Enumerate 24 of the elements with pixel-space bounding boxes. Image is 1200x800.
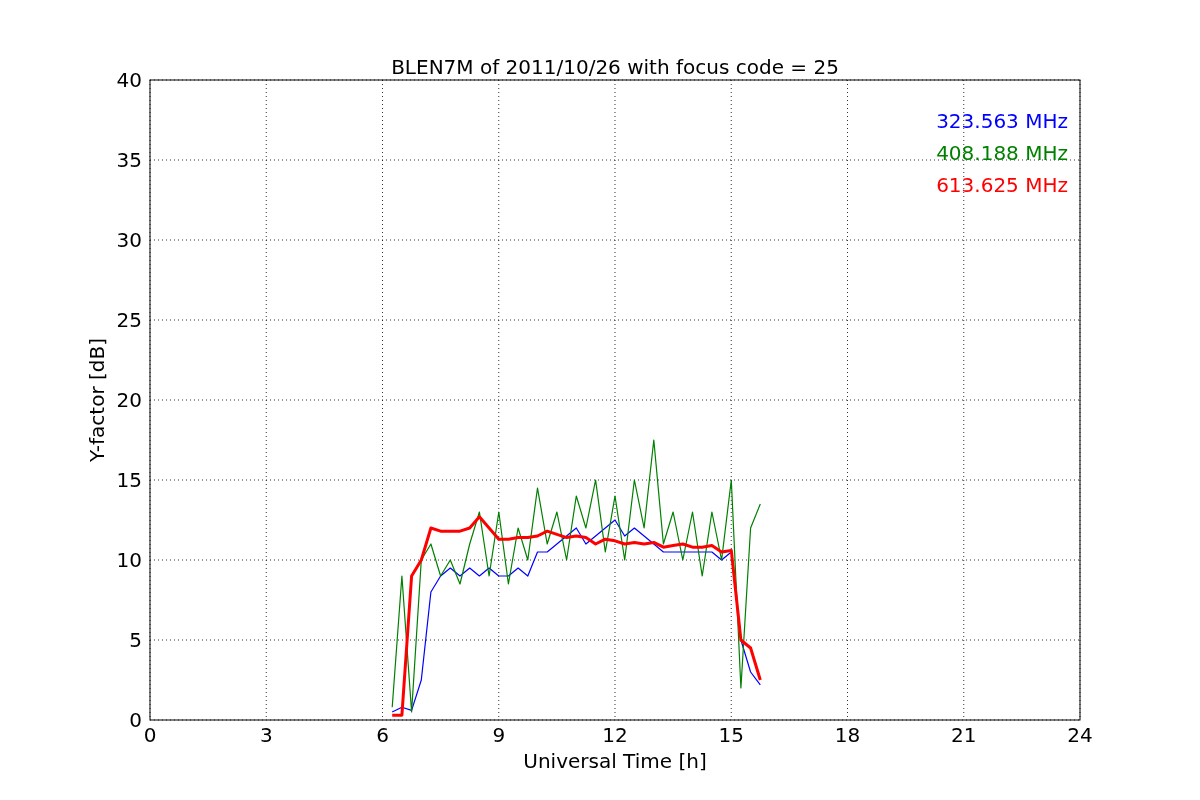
x-axis-label: Universal Time [h] — [523, 749, 707, 773]
chart-title: BLEN7M of 2011/10/26 with focus code = 25 — [391, 55, 839, 79]
x-tick-label: 24 — [1067, 723, 1093, 747]
x-tick-label: 15 — [718, 723, 744, 747]
legend-label: 408.188 MHz — [936, 141, 1068, 165]
x-tick-label: 18 — [834, 723, 861, 747]
y-tick-label: 30 — [116, 228, 142, 252]
y-tick-label: 5 — [129, 628, 142, 652]
legend-label: 323.563 MHz — [936, 109, 1068, 133]
legend-label: 613.625 MHz — [936, 173, 1068, 197]
y-tick-label: 10 — [116, 548, 142, 572]
x-tick-label: 21 — [951, 723, 977, 747]
x-tick-label: 0 — [143, 723, 157, 747]
y-axis-label: Y-factor [dB] — [85, 338, 109, 462]
y-tick-label: 0 — [129, 708, 142, 732]
y-tick-label: 20 — [116, 388, 142, 412]
x-tick-label: 9 — [492, 723, 506, 747]
y-tick-label: 25 — [116, 308, 142, 332]
y-tick-label: 40 — [116, 68, 142, 92]
y-tick-label: 35 — [116, 148, 142, 172]
x-tick-label: 6 — [376, 723, 389, 747]
y-tick-label: 15 — [116, 468, 142, 492]
x-tick-label: 12 — [602, 723, 628, 747]
x-tick-label: 3 — [259, 723, 273, 747]
